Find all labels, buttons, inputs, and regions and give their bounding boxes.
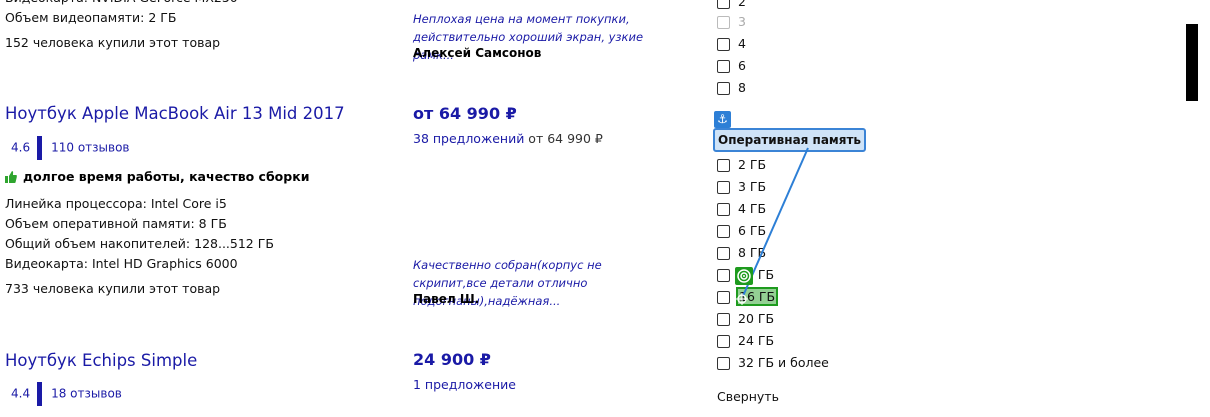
scrollbar-thumb[interactable] xyxy=(1186,24,1198,101)
target-icon xyxy=(735,267,753,285)
crosshair-icon xyxy=(736,290,748,305)
annotation-overlay xyxy=(742,147,809,297)
